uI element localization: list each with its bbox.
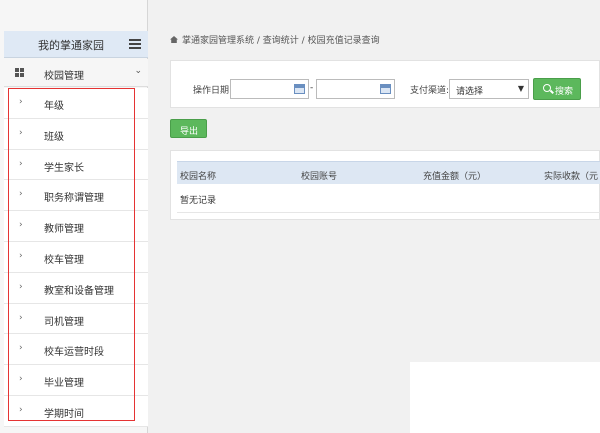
sidebar-item-label: 毕业管理 bbox=[44, 378, 84, 390]
sidebar-item-grade[interactable]: › 年级 bbox=[4, 88, 148, 119]
sidebar-item-job-titles[interactable]: › 职务称谓管理 bbox=[4, 180, 148, 212]
breadcrumb-separator: / bbox=[298, 36, 308, 46]
caret-down-icon: ▼ bbox=[517, 84, 524, 93]
breadcrumb: 掌通家园管理系统 / 查询统计 / 校园充值记录查询 bbox=[170, 33, 380, 46]
breadcrumb-current: 校园充值记录查询 bbox=[307, 36, 380, 46]
chevron-right-icon: › bbox=[19, 312, 23, 323]
hamburger-menu-icon[interactable] bbox=[129, 39, 141, 49]
chevron-right-icon: › bbox=[19, 127, 23, 138]
sidebar-item-class[interactable]: › 班级 bbox=[4, 118, 148, 150]
sidebar-item-graduation[interactable]: › 毕业管理 bbox=[4, 365, 148, 396]
sidebar-item-teachers[interactable]: › 教师管理 bbox=[4, 211, 148, 242]
sidebar-item-label: 年级 bbox=[44, 101, 64, 112]
chevron-right-icon: › bbox=[19, 158, 23, 169]
sidebar-item-label: 职务称谓管理 bbox=[44, 193, 104, 205]
breadcrumb-system[interactable]: 掌通家园管理系统 bbox=[182, 36, 254, 46]
search-button-label: 搜索 bbox=[555, 87, 574, 97]
chevron-right-icon: › bbox=[19, 374, 23, 385]
sidebar-item-label: 校车管理 bbox=[44, 254, 84, 266]
search-icon bbox=[543, 84, 551, 92]
channel-select[interactable]: 请选择 ▼ bbox=[449, 79, 529, 99]
sidebar-item-label: 教师管理 bbox=[44, 224, 84, 236]
sidebar-item-students-parents[interactable]: › 学生家长 bbox=[4, 149, 148, 181]
chevron-right-icon: › bbox=[19, 250, 23, 261]
sidebar: 我的掌通家园 校园管理 ⌄ › 年级 › 班级 › 学生家长 › 职务称谓管理 › 教师管… bbox=[0, 0, 148, 433]
brand-title: 我的掌通家园 bbox=[38, 39, 104, 52]
sidebar-item-school-bus[interactable]: › 校车管理 bbox=[4, 241, 148, 273]
table-row: 暂无记录 bbox=[177, 185, 600, 213]
sidebar-item-drivers[interactable]: › 司机管理 bbox=[4, 303, 148, 335]
sidebar-item-label: 教室和设备管理 bbox=[44, 285, 114, 297]
chevron-right-icon: › bbox=[19, 281, 23, 292]
search-button[interactable]: 搜索 bbox=[533, 78, 581, 100]
sidebar-item-label: 学生家长 bbox=[44, 162, 84, 174]
filter-panel: 操作日期: - 支付渠道: 请选择 ▼ 搜索 bbox=[170, 60, 600, 108]
sidebar-item-semester[interactable]: › 学期时间 bbox=[4, 395, 148, 427]
sidebar-item-label: 校车运营时段 bbox=[44, 347, 104, 359]
records-table: 校园名称 校园账号 充值金额（元） 实际收款（元 暂无记录 bbox=[170, 150, 600, 220]
sidebar-group-label: 校园管理 bbox=[44, 71, 84, 82]
column-header: 实际收款（元 bbox=[544, 172, 599, 182]
calendar-icon[interactable] bbox=[380, 84, 391, 94]
breadcrumb-query[interactable]: 查询统计 bbox=[263, 36, 299, 46]
column-header: 校园账号 bbox=[301, 172, 338, 182]
date-label: 操作日期: bbox=[193, 86, 233, 96]
chevron-down-icon: ⌄ bbox=[134, 66, 142, 76]
sidebar-item-label: 学期时间 bbox=[44, 408, 84, 420]
sidebar-item-bus-schedule[interactable]: › 校车运营时段 bbox=[4, 334, 148, 366]
channel-select-value: 请选择 bbox=[456, 87, 484, 97]
date-to-input[interactable] bbox=[316, 79, 395, 99]
column-header: 校园名称 bbox=[180, 172, 217, 182]
calendar-icon[interactable] bbox=[294, 84, 305, 94]
breadcrumb-separator: / bbox=[254, 36, 263, 46]
chevron-right-icon: › bbox=[19, 404, 23, 415]
home-icon[interactable] bbox=[170, 36, 178, 43]
date-range-separator: - bbox=[310, 83, 314, 93]
sidebar-item-label: 班级 bbox=[44, 131, 64, 143]
sidebar-submenu: › 年级 › 班级 › 学生家长 › 职务称谓管理 › 教师管理 › 校车管理 › 教室和设备… bbox=[4, 88, 148, 427]
blank-area bbox=[410, 362, 600, 433]
sidebar-group-campus[interactable]: 校园管理 ⌄ bbox=[4, 59, 148, 87]
sidebar-item-label: 司机管理 bbox=[44, 316, 84, 328]
empty-message: 暂无记录 bbox=[180, 196, 217, 206]
grid-icon bbox=[15, 68, 24, 77]
export-button[interactable]: 导出 bbox=[170, 119, 207, 138]
chevron-right-icon: › bbox=[19, 189, 23, 200]
channel-label: 支付渠道: bbox=[410, 86, 450, 96]
table-header: 校园名称 校园账号 充值金额（元） 实际收款（元 bbox=[177, 161, 600, 184]
chevron-right-icon: › bbox=[19, 97, 23, 107]
column-header: 充值金额（元） bbox=[423, 172, 487, 182]
chevron-right-icon: › bbox=[19, 343, 23, 354]
sidebar-brand: 我的掌通家园 bbox=[4, 31, 148, 58]
date-from-input[interactable] bbox=[230, 79, 309, 99]
export-button-label: 导出 bbox=[180, 127, 199, 137]
chevron-right-icon: › bbox=[19, 220, 23, 231]
sidebar-item-classrooms[interactable]: › 教室和设备管理 bbox=[4, 272, 148, 304]
